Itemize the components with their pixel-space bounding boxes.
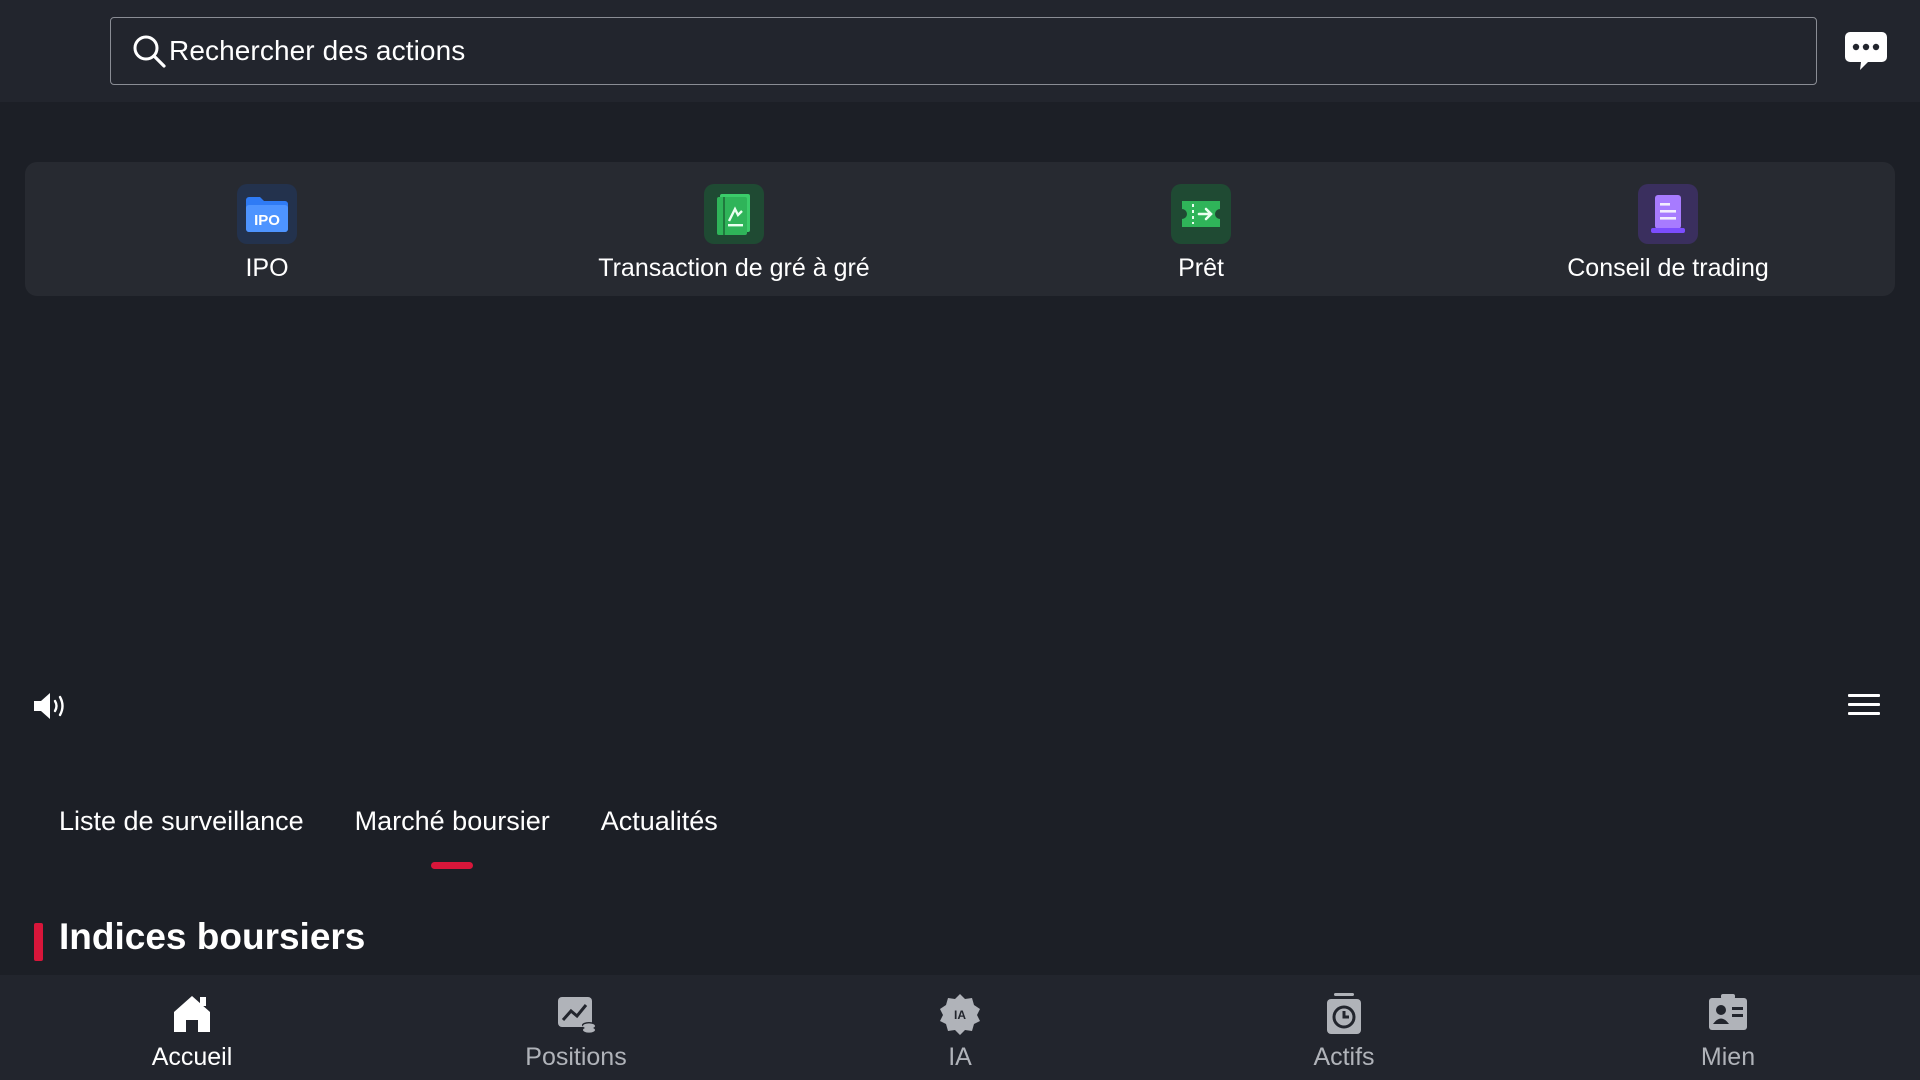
quick-action-label: Transaction de gré à gré <box>598 254 870 282</box>
speaker-icon[interactable] <box>32 690 70 722</box>
search-placeholder: Rechercher des actions <box>169 35 466 66</box>
bottom-nav: Accueil Positions IA IA Actifs Mien <box>0 975 1920 1080</box>
quick-action-trading-advice[interactable]: Conseil de trading <box>1434 184 1902 284</box>
quick-action-ipo[interactable]: IPO IPO <box>33 184 501 284</box>
quick-action-label: Prêt <box>1178 254 1224 282</box>
tab-watchlist[interactable]: Liste de surveillance <box>59 806 304 866</box>
ai-badge-icon: IA <box>937 991 983 1037</box>
profile-card-icon <box>1705 991 1751 1037</box>
menu-icon[interactable] <box>1848 694 1880 718</box>
assets-clock-icon <box>1321 991 1367 1037</box>
nav-label: Mien <box>1700 1043 1756 1071</box>
loan-ticket-icon <box>1171 184 1231 244</box>
svg-text:IA: IA <box>954 1008 966 1022</box>
section-marker <box>34 923 43 961</box>
nav-label: Actifs <box>1313 1043 1375 1071</box>
nav-label: IA <box>948 1043 972 1071</box>
section-title: Indices boursiers <box>59 916 366 957</box>
svg-text:IPO: IPO <box>254 212 280 229</box>
nav-label: Accueil <box>151 1043 233 1071</box>
positions-chart-icon <box>553 991 599 1037</box>
market-tabs: Liste de surveillance Marché boursier Ac… <box>59 806 769 866</box>
tab-stock-market[interactable]: Marché boursier <box>355 806 550 866</box>
ipo-folder-icon: IPO <box>237 184 297 244</box>
quick-action-loan[interactable]: Prêt <box>967 184 1435 284</box>
trading-advice-doc-icon <box>1638 184 1698 244</box>
quick-action-label: IPO <box>245 254 289 282</box>
nav-profile[interactable]: Mien <box>1628 991 1828 1076</box>
quick-actions-card: IPO IPO Transaction de gré à gré Prêt Co… <box>25 162 1895 296</box>
search-input[interactable]: Rechercher des actions <box>110 17 1817 85</box>
quick-action-label: Conseil de trading <box>1567 254 1769 282</box>
chat-button[interactable] <box>1844 30 1888 72</box>
nav-label: Positions <box>525 1043 627 1071</box>
nav-assets[interactable]: Actifs <box>1244 991 1444 1076</box>
quick-action-otc[interactable]: Transaction de gré à gré <box>500 184 968 284</box>
nav-positions[interactable]: Positions <box>476 991 676 1076</box>
otc-book-icon <box>704 184 764 244</box>
tab-news[interactable]: Actualités <box>601 806 718 866</box>
home-icon <box>169 991 215 1037</box>
top-bar: Rechercher des actions <box>0 0 1920 102</box>
search-icon <box>133 35 166 68</box>
nav-ai[interactable]: IA IA <box>860 991 1060 1076</box>
nav-home[interactable]: Accueil <box>92 991 292 1076</box>
chat-bubble-icon <box>1845 32 1887 70</box>
